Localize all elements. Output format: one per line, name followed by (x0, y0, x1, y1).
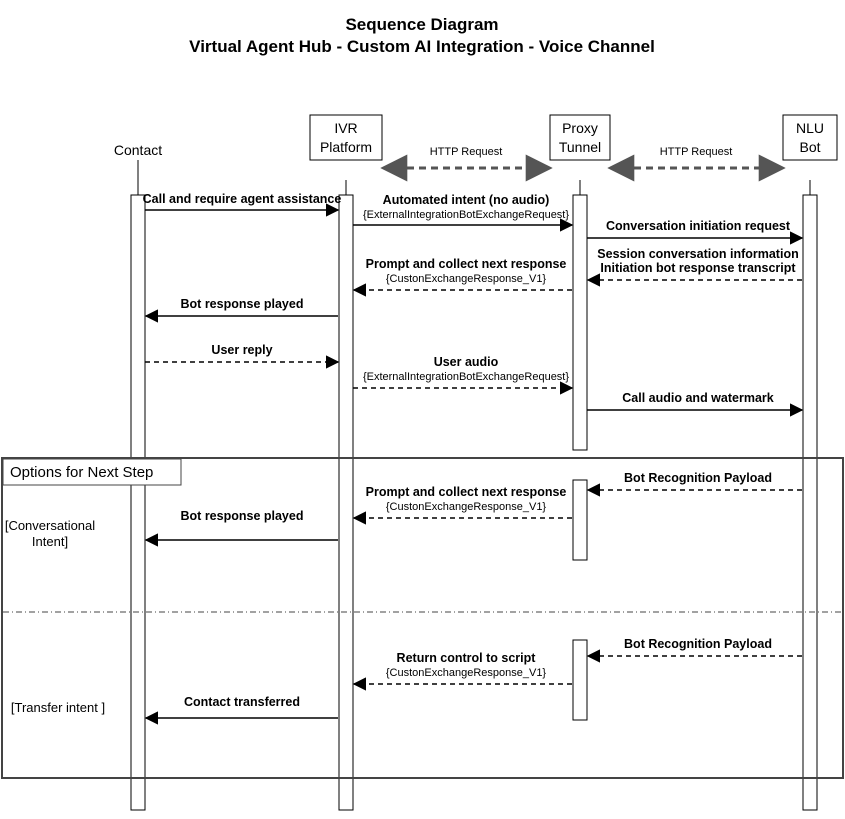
msg-automated-intent: Automated intent (no audio) (383, 193, 550, 207)
msg-user-audio: User audio (434, 355, 499, 369)
msg-prompt-collect-1-sub: {CustonExchangeResponse_V1} (386, 273, 547, 285)
msg-user-audio-sub: {ExternalIntegrationBotExchangeRequest} (363, 371, 569, 383)
activation-proxy-2 (573, 480, 587, 560)
msg-conv-init-req: Conversation initiation request (606, 219, 791, 233)
link-proxy-nlu-label: HTTP Request (660, 146, 733, 158)
msg-bot-recog-1: Bot Recognition Payload (624, 471, 772, 485)
msg-automated-intent-sub: {ExternalIntegrationBotExchangeRequest} (363, 209, 569, 221)
activation-proxy-1 (573, 195, 587, 450)
activation-contact (131, 195, 145, 810)
msg-return-control: Return control to script (397, 651, 537, 665)
actor-proxy-l1: Proxy (562, 120, 598, 136)
actor-nlu-l1: NLU (796, 120, 824, 136)
msg-call-audio-watermark: Call audio and watermark (622, 391, 773, 405)
title-line-1: Sequence Diagram (345, 15, 498, 34)
msg-prompt-collect-2: Prompt and collect next response (366, 485, 567, 499)
activation-nlu (803, 195, 817, 810)
msg-session-info-1: Session conversation information (597, 247, 798, 261)
msg-session-info-2: Initiation bot response transcript (600, 261, 796, 275)
activation-ivr (339, 195, 353, 810)
msg-prompt-collect-1: Prompt and collect next response (366, 257, 567, 271)
msg-bot-recog-2: Bot Recognition Payload (624, 637, 772, 651)
msg-contact-transferred: Contact transferred (184, 695, 300, 709)
msg-user-reply: User reply (211, 343, 272, 357)
case-conversational-l2: Intent] (32, 534, 68, 549)
link-ivr-proxy-label: HTTP Request (430, 146, 503, 158)
options-frame-title: Options for Next Step (10, 464, 153, 481)
msg-call-assistance: Call and require agent assistance (143, 192, 342, 206)
actor-nlu-l2: Bot (799, 139, 820, 155)
sequence-diagram: Sequence Diagram Virtual Agent Hub - Cus… (0, 0, 845, 819)
msg-prompt-collect-2-sub: {CustonExchangeResponse_V1} (386, 501, 547, 513)
case-transfer: [Transfer intent ] (11, 700, 105, 715)
activation-proxy-3 (573, 640, 587, 720)
actor-proxy-l2: Tunnel (559, 139, 601, 155)
actor-ivr-l2: Platform (320, 139, 372, 155)
msg-bot-response-played-1: Bot response played (181, 297, 304, 311)
title-line-2: Virtual Agent Hub - Custom AI Integratio… (189, 37, 655, 56)
actor-ivr-l1: IVR (334, 120, 357, 136)
actor-contact: Contact (114, 142, 162, 158)
case-conversational-l1: [Conversational (5, 518, 95, 533)
msg-return-control-sub: {CustonExchangeResponse_V1} (386, 667, 547, 679)
msg-bot-response-played-2: Bot response played (181, 509, 304, 523)
